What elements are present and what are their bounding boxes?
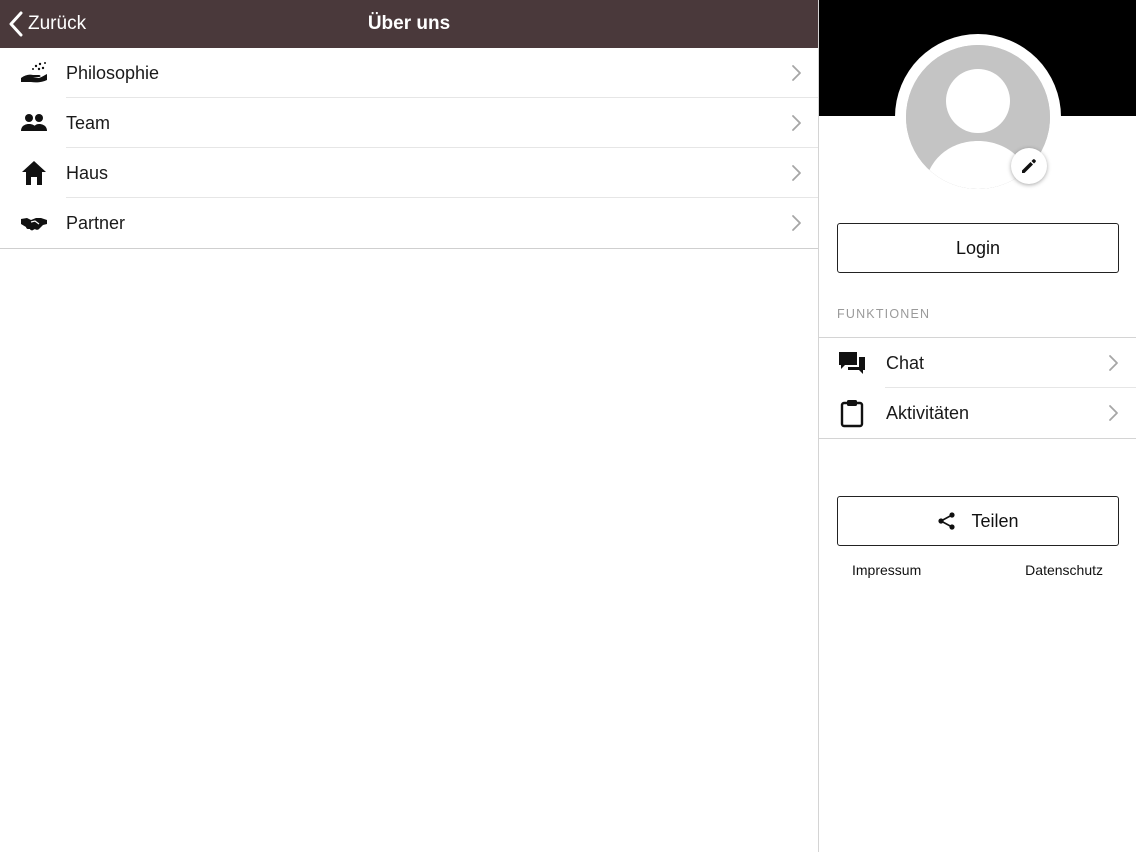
login-button[interactable]: Login	[837, 223, 1119, 273]
handshake-icon	[16, 208, 52, 238]
login-button-label: Login	[955, 237, 1001, 258]
page-title: Über uns	[367, 13, 451, 34]
menu-item-philosophie[interactable]: Philosophie	[0, 48, 818, 98]
datenschutz-link[interactable]: Datenschutz	[1025, 562, 1103, 578]
edit-avatar-button[interactable]	[1011, 148, 1047, 184]
back-button-label: Zurück	[28, 13, 87, 34]
chevron-right-icon	[792, 115, 801, 131]
menu-item-label: Team	[66, 112, 111, 133]
section-title-funktionen: FUNKTIONEN	[837, 307, 931, 321]
home-icon	[16, 158, 52, 188]
chevron-right-icon	[792, 65, 801, 81]
function-item-label: Aktivitäten	[886, 402, 970, 423]
menu-item-label: Philosophie	[66, 62, 160, 83]
people-icon	[16, 108, 52, 138]
function-item-chat[interactable]: Chat	[819, 338, 1136, 388]
pencil-icon	[1022, 159, 1036, 173]
chevron-right-icon	[1109, 355, 1118, 371]
menu-item-partner[interactable]: Partner	[0, 198, 818, 248]
share-button[interactable]: Teilen	[837, 496, 1119, 546]
share-icon	[938, 512, 956, 530]
chat-icon	[837, 348, 867, 378]
chevron-left-icon	[9, 11, 23, 37]
clipboard-icon	[837, 398, 867, 428]
function-item-aktivitaeten[interactable]: Aktivitäten	[819, 388, 1136, 438]
navigation-bar: Zurück Über uns	[0, 0, 818, 48]
chevron-right-icon	[1109, 405, 1118, 421]
impressum-link[interactable]: Impressum	[852, 562, 921, 578]
main-panel: Zurück Über uns Philosophie Team Haus Pa…	[0, 0, 818, 852]
hand-sparkle-icon	[16, 58, 52, 88]
menu-item-label: Partner	[66, 212, 126, 233]
menu-item-haus[interactable]: Haus	[0, 148, 818, 198]
share-button-label: Teilen	[971, 510, 1019, 531]
menu-item-team[interactable]: Team	[0, 98, 818, 148]
function-item-label: Chat	[886, 352, 925, 373]
side-panel: Login FUNKTIONEN Chat Aktivitäten Teilen…	[818, 0, 1136, 852]
chevron-right-icon	[792, 215, 801, 231]
menu-list: Philosophie Team Haus Partner	[0, 48, 818, 249]
menu-item-label: Haus	[66, 162, 109, 183]
chevron-right-icon	[792, 165, 801, 181]
functions-list: Chat Aktivitäten	[819, 337, 1136, 439]
back-button[interactable]: Zurück	[8, 0, 86, 48]
